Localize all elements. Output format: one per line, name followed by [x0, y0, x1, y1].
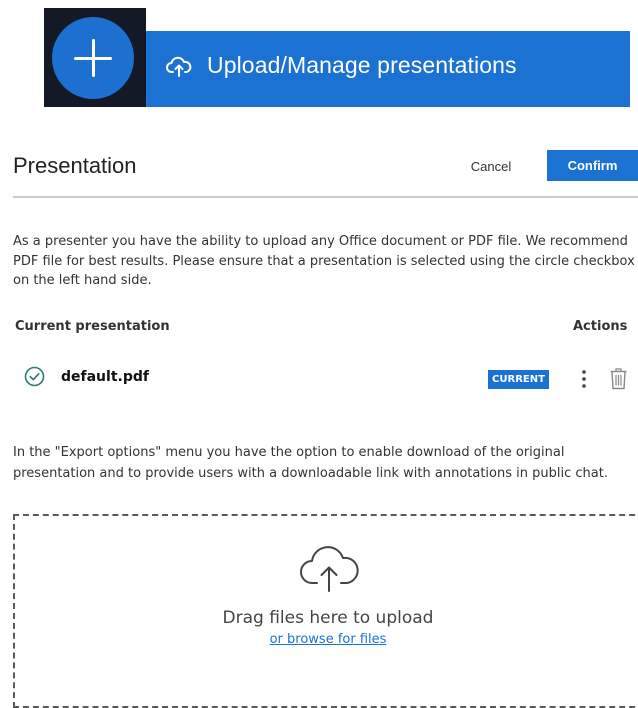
modal-title: Presentation — [13, 153, 137, 178]
drag-files-text: Drag files here to upload — [222, 608, 434, 628]
upload-manage-presentations-menu-item[interactable]: Upload/Manage presentations — [146, 31, 630, 107]
confirm-button[interactable]: Confirm — [547, 150, 638, 181]
add-button[interactable] — [52, 17, 134, 99]
current-badge: CURRENT — [488, 370, 549, 389]
export-options-note: In the "Export options" menu you have th… — [13, 445, 608, 481]
header-divider — [13, 196, 638, 198]
description-text: As a presenter you have the ability to u… — [13, 234, 635, 288]
plus-icon-vertical — [92, 39, 95, 77]
menu-item-label: Upload/Manage presentations — [207, 52, 517, 78]
column-header-actions: Actions — [573, 319, 628, 334]
add-button-container — [44, 8, 146, 107]
more-options-icon[interactable] — [579, 368, 589, 390]
cloud-upload-icon — [300, 546, 359, 592]
browse-files-link[interactable]: or browse for files — [270, 632, 387, 647]
cancel-button[interactable]: Cancel — [456, 151, 526, 181]
presentation-filename: default.pdf — [61, 369, 149, 385]
column-header-current-presentation: Current presentation — [15, 319, 170, 334]
trash-icon[interactable] — [609, 367, 628, 390]
browse-container: or browse for files — [13, 632, 638, 647]
cloud-upload-icon — [166, 56, 192, 77]
selected-check-circle-icon[interactable] — [24, 366, 45, 387]
